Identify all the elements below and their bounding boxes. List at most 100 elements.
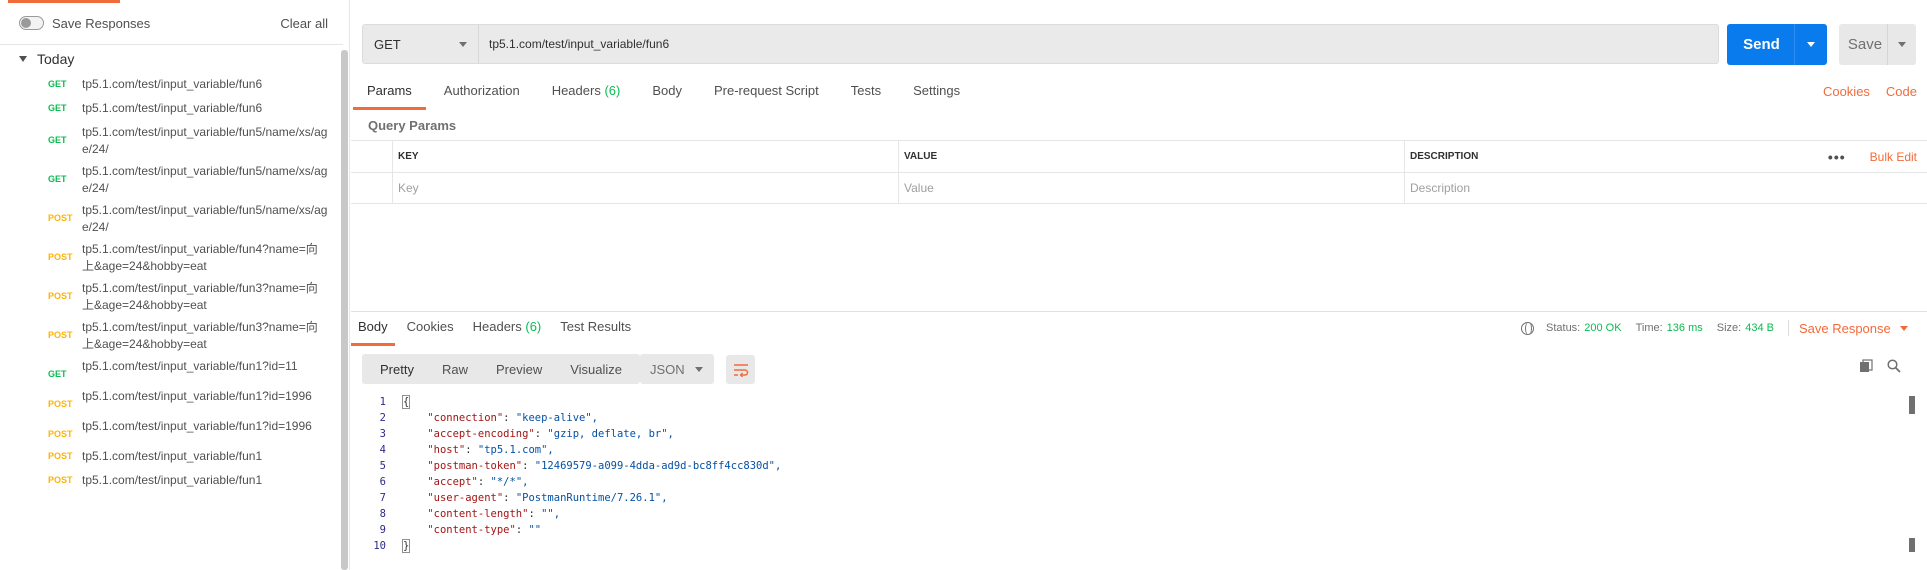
json-key: "content-length" [427, 508, 529, 520]
history-item-method: POST [48, 330, 73, 340]
status-value[interactable]: 200 OK [1584, 322, 1621, 334]
response-tab-headers[interactable]: Headers (6) [466, 316, 549, 346]
more-options-icon[interactable]: ••• [1828, 149, 1846, 165]
view-pretty-button[interactable]: Pretty [366, 354, 428, 384]
tab-params[interactable]: Params [351, 80, 428, 110]
method-select[interactable]: GET [363, 25, 479, 63]
history-item[interactable]: POST tp5.1.com/test/input_variable/fun1?i… [0, 388, 340, 413]
response-tab-test-results[interactable]: Test Results [553, 316, 638, 346]
tab-label: Body [652, 83, 682, 98]
json-value: "" [528, 524, 542, 536]
history-item[interactable]: POST tp5.1.com/test/input_variable/fun4?n… [0, 241, 340, 275]
history-item[interactable]: GET tp5.1.com/test/input_variable/fun5/na… [0, 163, 340, 197]
response-divider[interactable] [351, 311, 1927, 312]
code-text: { [394, 394, 411, 410]
history-item[interactable]: POST tp5.1.com/test/input_variable/fun5/n… [0, 202, 340, 236]
tab-settings[interactable]: Settings [897, 80, 976, 110]
params-row-actions [1817, 173, 1927, 203]
copy-icon[interactable] [1859, 359, 1873, 373]
json-value: "tp5.1.com", [477, 444, 554, 456]
tab-body[interactable]: Body [636, 80, 698, 110]
column-header-key: KEY [393, 141, 899, 172]
editor-scrollbar-thumb-bottom[interactable] [1909, 538, 1915, 552]
history-item-method: POST [48, 399, 73, 409]
size-value[interactable]: 434 B [1745, 322, 1774, 334]
line-number: 9 [379, 524, 386, 536]
code-line: 6 "accept": "*/*", [351, 474, 1911, 490]
code-line: 9 "content-type": "" [351, 522, 1911, 538]
history-item-method: GET [48, 174, 67, 184]
save-button[interactable]: Save [1839, 24, 1916, 65]
line-number: 7 [379, 492, 386, 504]
history-item[interactable]: POST tp5.1.com/test/input_variable/fun1 [0, 448, 340, 465]
format-select[interactable]: JSON [640, 354, 714, 384]
param-description-input[interactable]: Description [1405, 173, 1817, 203]
response-meta: Status: 200 OK Time: 136 ms Size: 434 B … [1521, 320, 1908, 336]
history-item[interactable]: POST tp5.1.com/test/input_variable/fun3?n… [0, 280, 340, 314]
save-response-label: Save Response [1798, 320, 1891, 336]
history-group-today[interactable]: Today [19, 49, 74, 69]
request-links: Cookies Code [1823, 84, 1917, 99]
cookies-link[interactable]: Cookies [1823, 84, 1870, 99]
view-raw-button[interactable]: Raw [428, 354, 482, 384]
send-button[interactable]: Send [1727, 24, 1827, 65]
size-label: Size: [1716, 322, 1742, 334]
search-icon[interactable] [1887, 359, 1901, 373]
json-value: "gzip, deflate, br", [547, 428, 674, 440]
history-item[interactable]: GET tp5.1.com/test/input_variable/fun6 [0, 76, 340, 93]
tab-tests[interactable]: Tests [835, 80, 897, 110]
code-line: 1{ [351, 394, 1911, 410]
time-value[interactable]: 136 ms [1667, 322, 1703, 334]
history-item-method: POST [48, 475, 73, 485]
code-text: "accept-encoding": "gzip, deflate, br", [427, 428, 674, 440]
json-value: "", [541, 508, 561, 520]
history-item[interactable]: GET tp5.1.com/test/input_variable/fun5/na… [0, 124, 340, 158]
param-key-input[interactable]: Key [393, 173, 899, 203]
history-item[interactable]: GET tp5.1.com/test/input_variable/fun1?id… [0, 358, 340, 383]
line-number: 6 [379, 476, 386, 488]
tab-headers[interactable]: Headers (6) [536, 80, 637, 110]
history-item-url: tp5.1.com/test/input_variable/fun1 [82, 473, 263, 487]
tab-label: Pre-request Script [713, 83, 819, 98]
json-key: "postman-token" [427, 460, 523, 472]
history-item[interactable]: POST tp5.1.com/test/input_variable/fun1?i… [0, 418, 340, 443]
view-preview-button[interactable]: Preview [482, 354, 556, 384]
headers-count: (6) [604, 83, 621, 98]
response-body-editor[interactable]: 1{2 "connection": "keep-alive", 3 "accept… [351, 394, 1911, 554]
bulk-edit-link[interactable]: Bulk Edit [1870, 150, 1917, 164]
view-visualize-button[interactable]: Visualize [556, 354, 636, 384]
tab-pre-request-script[interactable]: Pre-request Script [698, 80, 835, 110]
sidebar-divider [0, 44, 343, 45]
response-tab-cookies[interactable]: Cookies [400, 316, 461, 346]
method-value: GET [374, 36, 401, 52]
clear-all-button[interactable]: Clear all [280, 16, 328, 31]
column-header-value: VALUE [899, 141, 1405, 172]
history-item[interactable]: POST tp5.1.com/test/input_variable/fun1 [0, 472, 340, 489]
history-item-method: POST [48, 429, 73, 439]
response-actions [1859, 359, 1901, 373]
tab-label: Settings [913, 83, 961, 98]
params-empty-row: Key Value Description [351, 172, 1927, 204]
save-options-button[interactable] [1888, 42, 1916, 47]
tab-authorization[interactable]: Authorization [428, 80, 536, 110]
json-key: "user-agent" [427, 492, 504, 504]
history-item-method: GET [48, 135, 67, 145]
chevron-down-icon [1898, 42, 1906, 47]
history-item[interactable]: POST tp5.1.com/test/input_variable/fun3?n… [0, 319, 340, 353]
save-responses-toggle[interactable] [19, 16, 44, 30]
sidebar-scrollbar[interactable] [341, 50, 348, 570]
save-response-button[interactable]: Save Response [1799, 321, 1908, 336]
history-list: GET tp5.1.com/test/input_variable/fun6 GET… [0, 76, 340, 496]
wrap-lines-button[interactable] [726, 355, 755, 384]
send-options-button[interactable] [1795, 42, 1827, 47]
tab-label: Cookies [406, 319, 454, 334]
globe-icon[interactable] [1521, 321, 1534, 335]
code-link[interactable]: Code [1886, 84, 1917, 99]
editor-scrollbar-thumb[interactable] [1909, 396, 1915, 414]
response-tab-body[interactable]: Body [351, 316, 395, 346]
param-value-input[interactable]: Value [899, 173, 1405, 203]
request-panel: GET Send Save Params Authorization Heade… [351, 0, 1927, 570]
history-item[interactable]: GET tp5.1.com/test/input_variable/fun6 [0, 100, 340, 117]
url-input[interactable] [479, 25, 1718, 63]
params-actions: ••• Bulk Edit [1817, 141, 1927, 172]
